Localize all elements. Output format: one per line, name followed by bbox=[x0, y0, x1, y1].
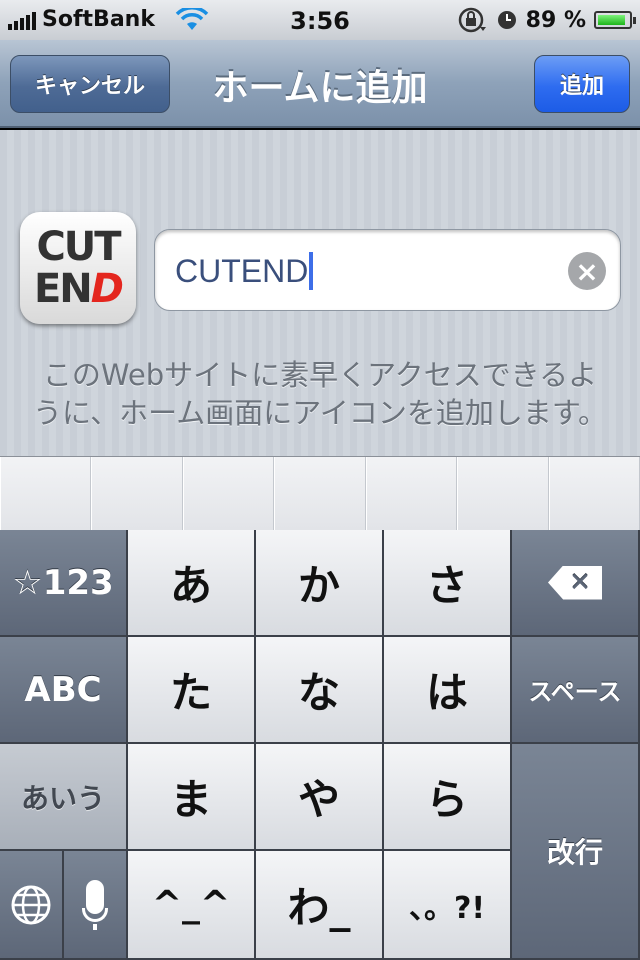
dictation-key[interactable] bbox=[64, 851, 128, 960]
backspace-icon: ✕ bbox=[548, 565, 602, 600]
key-ma[interactable]: ま bbox=[128, 744, 256, 851]
candidate-slot[interactable] bbox=[457, 457, 549, 530]
battery-fill bbox=[598, 15, 625, 25]
space-key[interactable]: スペース bbox=[512, 637, 640, 744]
key-emoticon[interactable]: ^_^ bbox=[128, 851, 256, 960]
status-right-group: 89 % bbox=[458, 7, 636, 33]
clear-text-icon[interactable]: × bbox=[568, 252, 606, 290]
key-numbers-mode[interactable]: ☆123 bbox=[0, 530, 128, 637]
candidate-slot[interactable] bbox=[182, 457, 275, 530]
battery-icon bbox=[594, 11, 636, 29]
key-wa[interactable]: わ_ bbox=[256, 851, 384, 960]
navigation-bar: キャンセル ホームに追加 追加 bbox=[0, 40, 640, 128]
key-ka[interactable]: か bbox=[256, 530, 384, 637]
key-ta[interactable]: た bbox=[128, 637, 256, 744]
candidate-slot[interactable] bbox=[365, 457, 458, 530]
status-bar: SoftBank 3:56 89 % bbox=[0, 0, 640, 40]
key-abc-mode[interactable]: ABC bbox=[0, 637, 128, 744]
key-na[interactable]: な bbox=[256, 637, 384, 744]
battery-percent: 89 % bbox=[525, 7, 586, 33]
key-a[interactable]: あ bbox=[128, 530, 256, 637]
add-button[interactable]: 追加 bbox=[534, 55, 630, 113]
bookmark-name-value: CUTEND bbox=[175, 252, 309, 289]
key-sa[interactable]: さ bbox=[384, 530, 512, 637]
key-ha[interactable]: は bbox=[384, 637, 512, 744]
app-icon-preview: CUT END bbox=[20, 212, 136, 324]
globe-icon bbox=[11, 885, 51, 924]
bookmark-name-field[interactable]: CUTEND × bbox=[154, 229, 621, 311]
kana-keyboard: ☆123 あ か さ ✕ ABC た な は スペース あいう ま や ら 改行… bbox=[0, 530, 640, 960]
kana-candidate-bar bbox=[0, 456, 640, 530]
key-punctuation[interactable]: 、。?! bbox=[384, 851, 512, 960]
backspace-key[interactable]: ✕ bbox=[512, 530, 640, 637]
app-icon-text-en: EN bbox=[33, 266, 93, 312]
app-icon-text-bottom: END bbox=[33, 266, 124, 312]
key-kana-mode[interactable]: あいう bbox=[0, 744, 128, 851]
app-icon-text-top: CUT bbox=[36, 224, 121, 270]
candidate-slot[interactable] bbox=[91, 457, 183, 530]
candidate-slot[interactable] bbox=[274, 457, 366, 530]
candidate-slot[interactable] bbox=[0, 457, 92, 530]
add-to-home-content: CUT END CUTEND × このWebサイトに素早くアクセスできるように、… bbox=[0, 130, 640, 456]
app-icon-text-d: D bbox=[90, 266, 124, 312]
text-caret bbox=[309, 252, 314, 290]
key-ya[interactable]: や bbox=[256, 744, 384, 851]
alarm-clock-icon bbox=[497, 11, 516, 29]
key-ra[interactable]: ら bbox=[384, 744, 512, 851]
return-key[interactable]: 改行 bbox=[512, 744, 640, 960]
microphone-icon bbox=[82, 879, 108, 930]
globe-key[interactable] bbox=[0, 851, 64, 960]
description-text: このWebサイトに素早くアクセスできるように、ホーム画面にアイコンを追加します。 bbox=[33, 358, 607, 430]
rotation-lock-icon bbox=[458, 7, 486, 33]
candidate-slot[interactable] bbox=[548, 457, 640, 530]
bookmark-name-value-wrap: CUTEND bbox=[175, 252, 314, 290]
